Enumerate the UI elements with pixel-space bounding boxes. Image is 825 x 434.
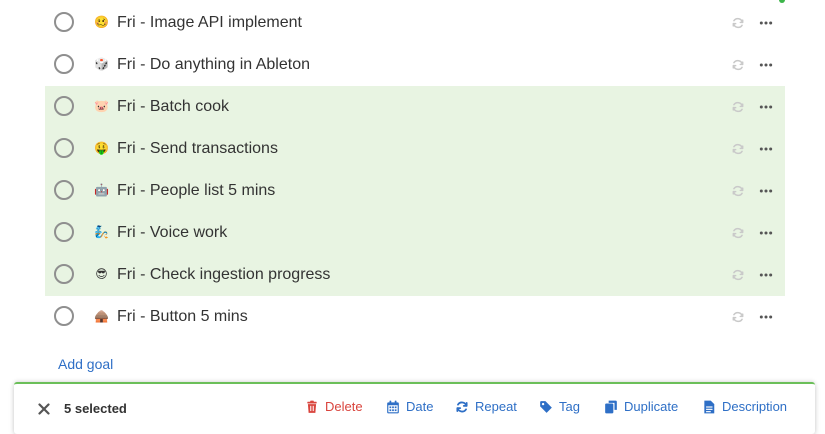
repeat-icon[interactable] (731, 58, 745, 72)
goal-title[interactable]: Fri - Button 5 mins (117, 307, 248, 327)
selection-action-bar: 5 selected Delete Date Repeat Tag Duplic… (14, 382, 815, 434)
trash-icon (307, 400, 317, 413)
goal-row[interactable]: 😎 Fri - Check ingestion progress (45, 254, 785, 296)
repeat-icon[interactable] (731, 100, 745, 114)
goal-title[interactable]: Fri - Send transactions (117, 139, 278, 159)
tag-label: Tag (559, 399, 580, 414)
goal-emoji: 🥴 (94, 15, 109, 29)
repeat-icon[interactable] (731, 268, 745, 282)
complete-checkbox[interactable] (54, 96, 74, 116)
goal-title[interactable]: Fri - People list 5 mins (117, 181, 275, 201)
complete-checkbox[interactable] (54, 138, 74, 158)
add-goal-link[interactable]: Add goal (58, 355, 113, 373)
goal-emoji: 🎲 (94, 57, 109, 71)
selected-count: 5 selected (64, 401, 127, 416)
goal-emoji: 🤑 (94, 141, 109, 155)
goal-row[interactable]: 🛖 Fri - Button 5 mins (45, 296, 785, 338)
goal-title[interactable]: Fri - Check ingestion progress (117, 265, 330, 285)
more-options-icon[interactable] (759, 16, 773, 30)
description-label: Description (722, 399, 788, 414)
delete-button[interactable]: Delete (305, 399, 363, 414)
complete-checkbox[interactable] (54, 54, 74, 74)
goal-title[interactable]: Fri - Do anything in Ableton (117, 55, 310, 75)
copy-icon (605, 400, 617, 413)
tag-icon (540, 400, 552, 413)
duplicate-button[interactable]: Duplicate (604, 399, 678, 414)
complete-checkbox[interactable] (54, 306, 74, 326)
goal-emoji: 🤖 (94, 183, 109, 197)
goal-title[interactable]: Fri - Batch cook (117, 97, 229, 117)
repeat-icon[interactable] (731, 226, 745, 240)
more-options-icon[interactable] (759, 310, 773, 324)
goal-emoji: 🐷 (94, 99, 109, 113)
goal-emoji: 🧞 (94, 225, 109, 239)
delete-label: Delete (325, 399, 363, 414)
goal-row[interactable]: 🤑 Fri - Send transactions (45, 128, 785, 170)
more-options-icon[interactable] (759, 268, 773, 282)
duplicate-label: Duplicate (624, 399, 679, 414)
date-button[interactable]: Date (386, 399, 433, 414)
repeat-icon[interactable] (731, 310, 745, 324)
repeat-icon[interactable] (731, 184, 745, 198)
repeat-icon (456, 401, 468, 412)
goal-emoji: 🛖 (94, 309, 109, 323)
complete-checkbox[interactable] (54, 12, 74, 32)
goal-row[interactable]: 🐷 Fri - Batch cook (45, 86, 785, 128)
more-options-icon[interactable] (759, 184, 773, 198)
complete-checkbox[interactable] (54, 264, 74, 284)
date-label: Date (406, 399, 434, 414)
goal-title[interactable]: Fri - Image API implement (117, 13, 302, 33)
goal-title[interactable]: Fri - Voice work (117, 223, 227, 243)
description-button[interactable]: Description (702, 399, 787, 414)
goal-row[interactable]: 🧞 Fri - Voice work (45, 212, 785, 254)
repeat-icon[interactable] (731, 142, 745, 156)
goal-row[interactable]: 🤖 Fri - People list 5 mins (45, 170, 785, 212)
complete-checkbox[interactable] (54, 222, 74, 242)
goal-emoji: 😎 (95, 267, 108, 281)
goal-row[interactable]: 🎲 Fri - Do anything in Ableton (45, 44, 785, 86)
goal-list: 🥴 Fri - Image API implement 🎲 Fri - Do a… (45, 2, 785, 338)
calendar-icon (387, 400, 399, 413)
tag-button[interactable]: Tag (539, 399, 580, 414)
goal-row[interactable]: 🥴 Fri - Image API implement (45, 2, 785, 44)
repeat-label: Repeat (475, 399, 517, 414)
complete-checkbox[interactable] (54, 180, 74, 200)
close-icon[interactable] (38, 403, 50, 415)
document-icon (704, 400, 715, 413)
more-options-icon[interactable] (759, 58, 773, 72)
repeat-button[interactable]: Repeat (455, 399, 517, 414)
more-options-icon[interactable] (759, 226, 773, 240)
more-options-icon[interactable] (759, 142, 773, 156)
more-options-icon[interactable] (759, 100, 773, 114)
repeat-icon[interactable] (731, 16, 745, 30)
